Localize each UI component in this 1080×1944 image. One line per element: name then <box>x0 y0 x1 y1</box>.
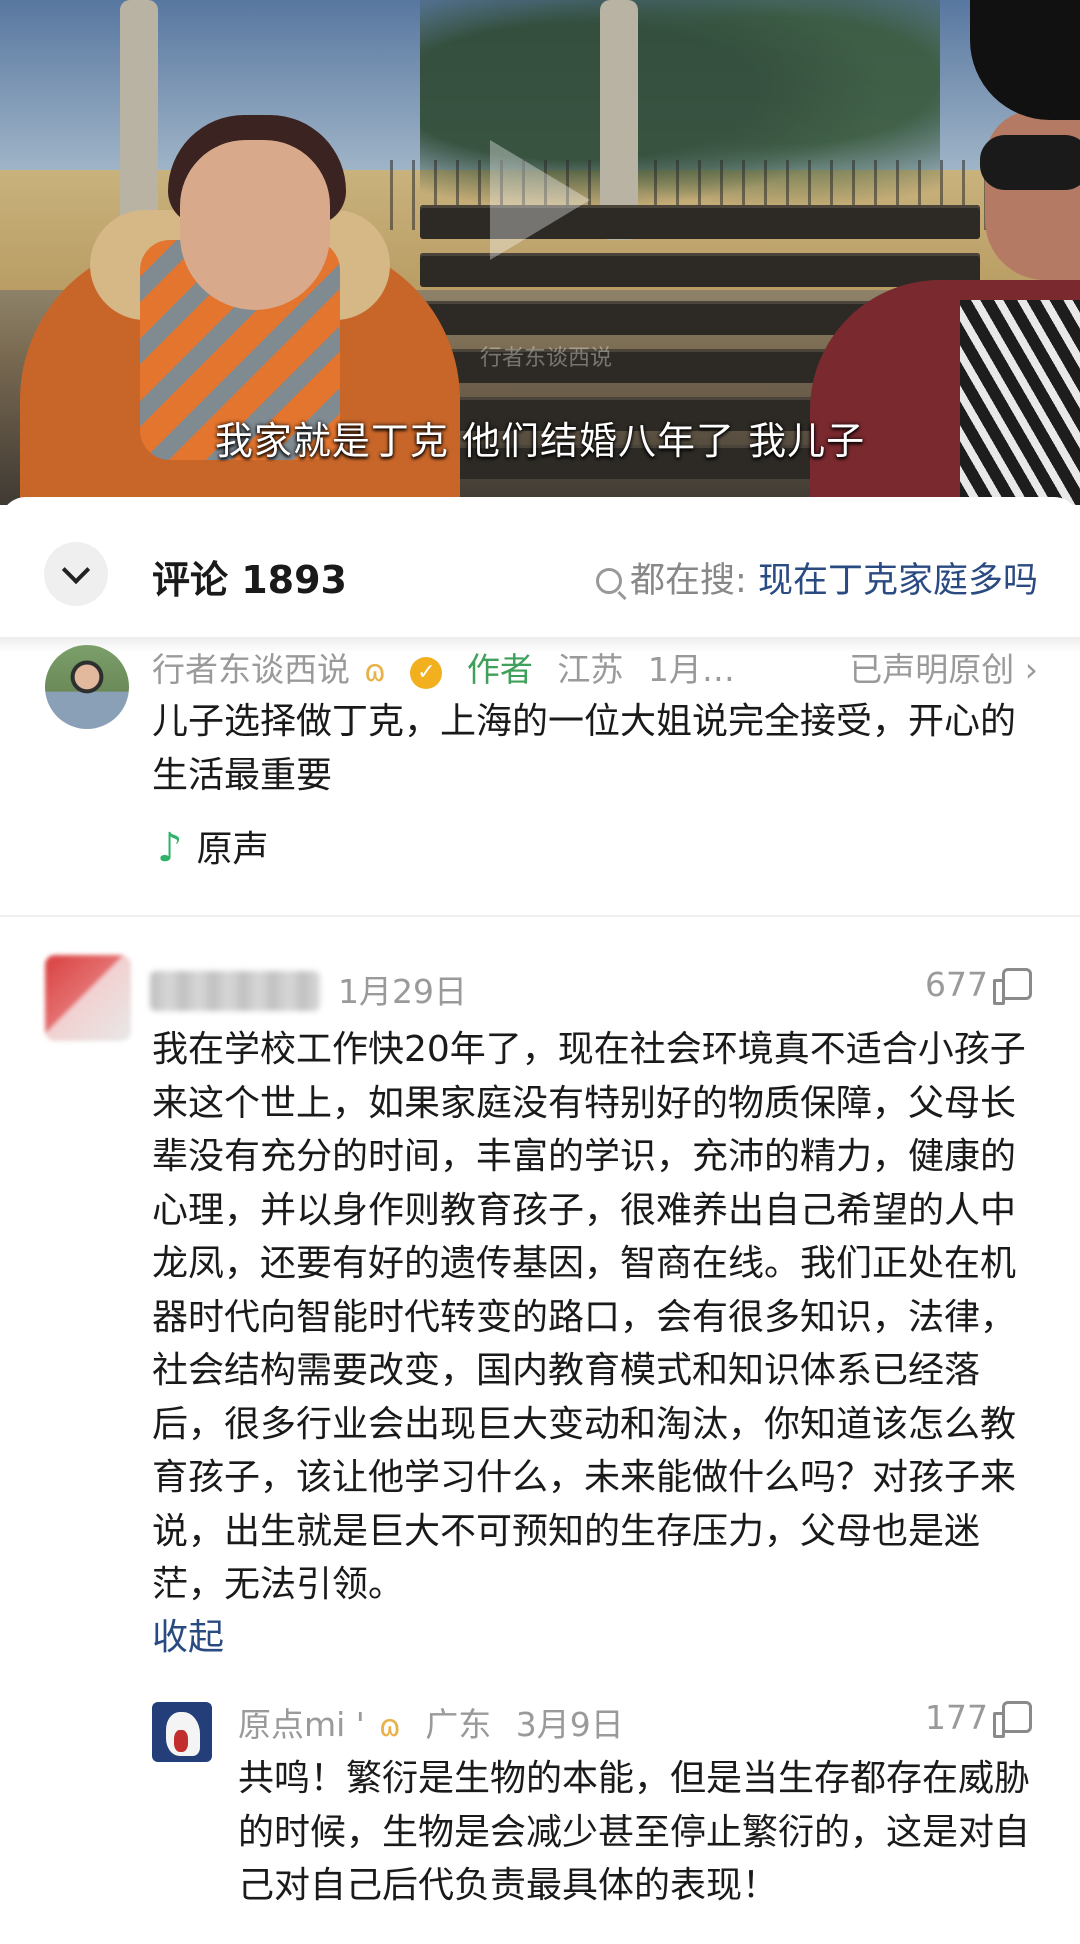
comments-sheet: 评论 1893 都在搜: 现在丁克家庭多吗 行者东谈西说 ɷ ✓ 作者 江苏 1月… <box>0 497 1080 1944</box>
original-claim-label: 已声明原创 <box>849 650 1015 689</box>
comments-header: 评论 1893 都在搜: 现在丁克家庭多吗 <box>0 497 1080 647</box>
play-icon[interactable] <box>490 140 590 260</box>
music-note-icon: ♪ <box>157 825 183 871</box>
divider <box>0 915 1080 917</box>
like-button[interactable]: 177 <box>925 1698 1032 1738</box>
video-player[interactable]: 行者东谈西说 我家就是丁克 他们结婚八年了 我儿子 <box>0 0 1080 505</box>
audio-label: 原声 <box>196 829 269 870</box>
chevron-down-icon <box>61 555 91 585</box>
video-watermark: 行者东谈西说 <box>480 346 613 371</box>
reply-author-name[interactable]: 原点mi ' <box>238 1705 365 1744</box>
author-date: 1月… <box>647 650 735 689</box>
commenter-name-blurred[interactable] <box>150 971 320 1011</box>
reply-meta: 原点mi ' ɷ 广东 3月9日 <box>238 1698 638 1746</box>
comment-text: 我在学校工作快20年了，现在社会环境真不适合小孩子来这个世上，如果家庭没有特别好… <box>152 1029 1026 1605</box>
butterfly-icon: ɷ <box>378 1709 401 1744</box>
original-audio-link[interactable]: ♪ 原声 <box>157 820 269 872</box>
reply-location: 广东 <box>425 1705 492 1744</box>
reply-text: 共鸣！繁衍是生物的本能，但是当生存都存在威胁的时候，生物是会减少甚至停止繁衍的，… <box>238 1758 1031 1906</box>
chevron-right-icon: › <box>1024 650 1038 689</box>
search-hint-prefix: 都在搜: <box>630 561 747 601</box>
verified-icon: ✓ <box>410 657 443 689</box>
reply-date: 3月9日 <box>515 1705 624 1744</box>
tree-trunk <box>600 0 638 240</box>
author-name[interactable]: 行者东谈西说 <box>152 650 350 689</box>
comment-count: 评论 1893 <box>152 558 347 602</box>
video-subtitle: 我家就是丁克 他们结婚八年了 我儿子 <box>214 419 866 463</box>
author-location: 江苏 <box>557 650 624 689</box>
post-text: 儿子选择做丁克，上海的一位大姐说完全接受，开心的生活最重要 <box>152 701 1017 796</box>
search-hint-keyword[interactable]: 现在丁克家庭多吗 <box>758 561 1038 601</box>
collapse-comments-button[interactable] <box>44 542 108 606</box>
collapse-comment-link[interactable]: 收起 <box>152 1608 224 1660</box>
search-suggestion[interactable]: 都在搜: 现在丁克家庭多吗 <box>596 552 1038 603</box>
original-claim-link[interactable]: 已声明原创 › <box>849 643 1038 691</box>
avatar[interactable] <box>45 955 131 1041</box>
butterfly-icon: ɷ <box>364 654 386 689</box>
avatar[interactable] <box>45 645 129 729</box>
thumbs-up-icon <box>993 968 1032 1005</box>
author-tag: 作者 <box>466 650 533 689</box>
avatar[interactable] <box>152 1702 212 1762</box>
search-icon <box>596 568 623 594</box>
like-count: 177 <box>925 1698 988 1737</box>
author-post: 行者东谈西说 ɷ ✓ 作者 江苏 1月… 已声明原创 › 儿子选择做丁克，上海的一… <box>0 645 1080 910</box>
like-button[interactable]: 677 <box>925 965 1032 1005</box>
like-count: 677 <box>925 965 988 1004</box>
comment-date: 1月29日 <box>338 972 467 1011</box>
thumbs-up-icon <box>993 1701 1032 1738</box>
